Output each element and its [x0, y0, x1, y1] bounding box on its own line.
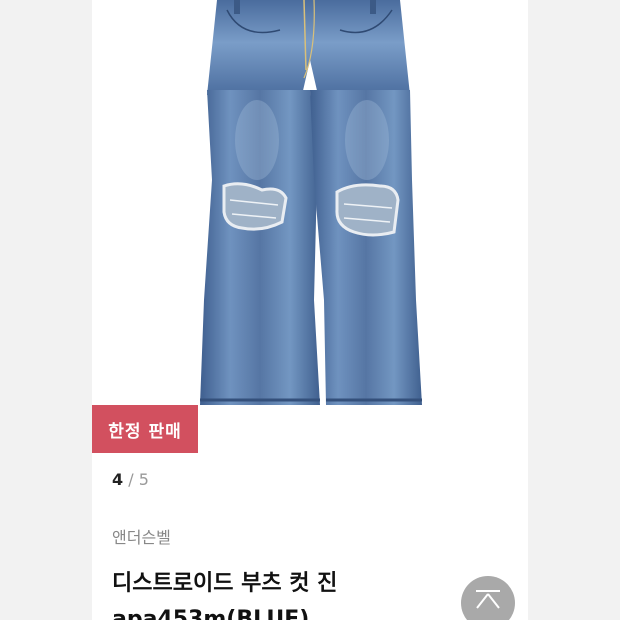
- pager-total: 5: [138, 470, 149, 489]
- limited-sale-badge: 한정 판매: [92, 405, 198, 453]
- product-title-line1: 디스트로이드 부츠 컷 진: [112, 571, 338, 596]
- jeans-image: [200, 0, 422, 405]
- product-title-line2: apa453m(BLUE): [112, 607, 310, 620]
- page: 한정 판매 4 / 5 앤더슨벨 디스트로이드 부츠 컷 진 apa453m(B…: [0, 0, 620, 620]
- image-pager: 4 / 5: [112, 470, 149, 489]
- product-image[interactable]: [92, 0, 528, 430]
- scroll-to-top-icon: [476, 590, 500, 609]
- pager-separator: /: [128, 470, 134, 489]
- pager-current: 4: [112, 470, 124, 489]
- product-card: 한정 판매 4 / 5 앤더슨벨 디스트로이드 부츠 컷 진 apa453m(B…: [92, 0, 528, 620]
- brand-name[interactable]: 앤더슨벨: [112, 524, 171, 548]
- product-title: 디스트로이드 부츠 컷 진 apa453m(BLUE): [112, 566, 492, 620]
